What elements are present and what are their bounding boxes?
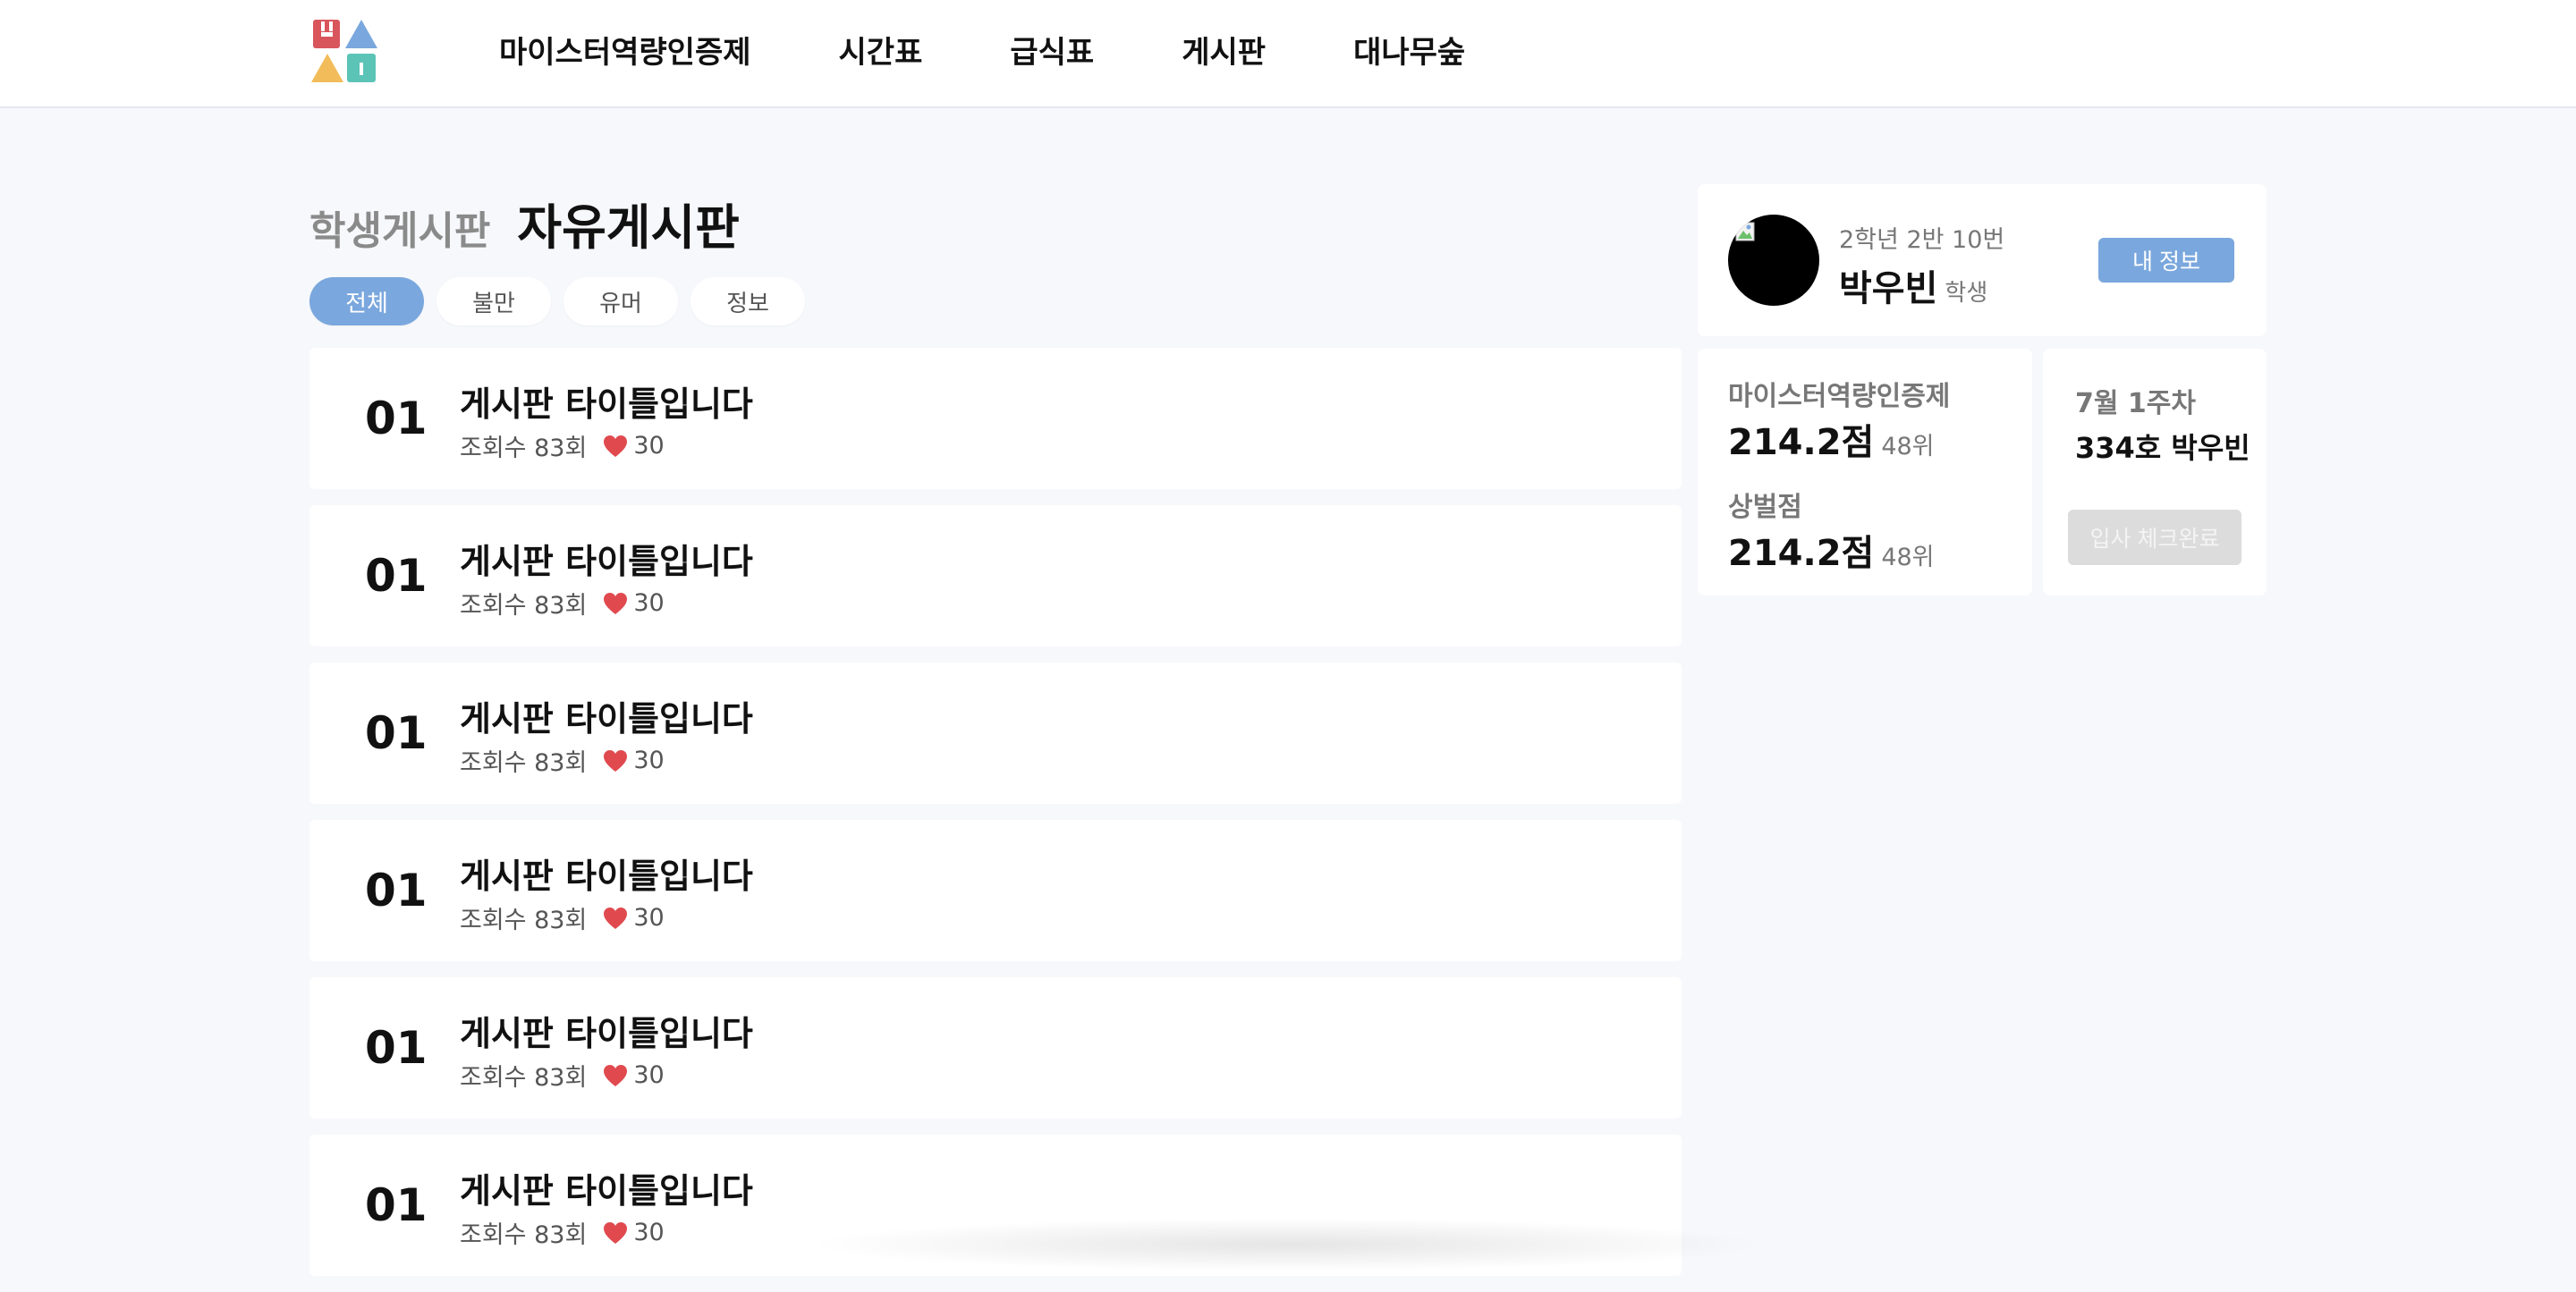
- profile-card: 2학년 2반 10번 박우빈 학생 내 정보: [1698, 184, 2267, 336]
- category-filters: 전체 불만 유머 정보: [309, 277, 818, 325]
- profile-role: 학생: [1945, 280, 1988, 307]
- post-meta: 조회수 83회 30: [460, 743, 665, 778]
- post-title[interactable]: 게시판 타이틀입니다: [460, 534, 753, 583]
- heart-icon: [604, 592, 628, 614]
- post-number: 01: [365, 550, 428, 602]
- meister-rank: 48위: [1881, 433, 1935, 460]
- post-likes: 30: [603, 1061, 665, 1089]
- post-number: 01: [365, 1022, 428, 1074]
- filter-info[interactable]: 정보: [691, 277, 805, 325]
- heart-icon: [604, 907, 628, 929]
- post-views: 조회수 83회: [460, 749, 588, 777]
- profile-name-text: 박우빈: [1839, 268, 1938, 309]
- dorm-card: 7월 1주차 334호 박우빈 입사 체크완료: [2043, 349, 2267, 595]
- post-title[interactable]: 게시판 타이틀입니다: [460, 691, 753, 740]
- heart-icon: [604, 435, 628, 457]
- avatar: [1728, 215, 1819, 306]
- filter-complaint[interactable]: 불만: [436, 277, 551, 325]
- broken-image-icon: [1735, 222, 1755, 241]
- post-list: 01 게시판 타이틀입니다 조회수 83회 30 01 게시판 타이틀입니다 조…: [309, 348, 1682, 1292]
- filter-all[interactable]: 전체: [309, 277, 424, 325]
- board-title: 학생게시판 자유게시판: [309, 188, 740, 258]
- post-title[interactable]: 게시판 타이틀입니다: [460, 376, 753, 426]
- post-views: 조회수 83회: [460, 1221, 588, 1249]
- post-title[interactable]: 게시판 타이틀입니다: [460, 849, 753, 898]
- nav-item-bamboo[interactable]: 대나무숲: [1353, 28, 1465, 72]
- page-title: 자유게시판: [517, 199, 740, 256]
- post-likes: 30: [603, 904, 665, 932]
- dorm-week: 7월 1주차: [2075, 388, 2196, 419]
- post-views: 조회수 83회: [460, 907, 588, 934]
- post-likes: 30: [603, 1219, 665, 1246]
- post-meta: 조회수 83회 30: [460, 1058, 665, 1093]
- post-number: 01: [365, 865, 428, 916]
- list-item[interactable]: 01 게시판 타이틀입니다 조회수 83회 30: [309, 348, 1682, 489]
- main-nav: 마이스터역량인증제 시간표 급식표 게시판 대나무숲: [499, 0, 1553, 98]
- nav-item-meister[interactable]: 마이스터역량인증제: [499, 28, 751, 72]
- post-likes: 30: [603, 747, 665, 774]
- heart-icon: [604, 749, 628, 772]
- board-parent-label: 학생게시판: [309, 208, 491, 254]
- list-item[interactable]: 01 게시판 타이틀입니다 조회수 83회 30: [309, 663, 1682, 804]
- post-title[interactable]: 게시판 타이틀입니다: [460, 1006, 753, 1055]
- post-views: 조회수 83회: [460, 435, 588, 462]
- post-likes: 30: [603, 589, 665, 617]
- likes-count: 30: [633, 589, 665, 617]
- likes-count: 30: [633, 1219, 665, 1246]
- nav-item-timetable[interactable]: 시간표: [839, 28, 923, 72]
- floating-shadow: [805, 1218, 1771, 1271]
- post-title[interactable]: 게시판 타이틀입니다: [460, 1163, 753, 1212]
- heart-icon: [604, 1221, 628, 1244]
- filter-humor[interactable]: 유머: [564, 277, 678, 325]
- post-number: 01: [365, 1179, 428, 1231]
- post-meta: 조회수 83회 30: [460, 900, 665, 935]
- nav-item-board[interactable]: 게시판: [1182, 28, 1266, 72]
- likes-count: 30: [633, 432, 665, 460]
- likes-count: 30: [633, 904, 665, 932]
- profile-class-info: 2학년 2반 10번: [1839, 226, 2005, 254]
- likes-count: 30: [633, 747, 665, 774]
- merit-label: 상벌점: [1728, 492, 1802, 523]
- score-card: 마이스터역량인증제 214.2점 48위 상벌점 214.2점 48위: [1698, 349, 2032, 595]
- post-likes: 30: [603, 432, 665, 460]
- post-number: 01: [365, 393, 428, 444]
- post-number: 01: [365, 707, 428, 759]
- house-blocks-icon[interactable]: [309, 18, 381, 84]
- nav-item-meal[interactable]: 급식표: [1010, 28, 1094, 72]
- meister-label: 마이스터역량인증제: [1728, 381, 1951, 412]
- meister-score: 214.2점 48위: [1728, 413, 1935, 465]
- post-meta: 조회수 83회 30: [460, 586, 665, 621]
- likes-count: 30: [633, 1061, 665, 1089]
- post-meta: 조회수 83회 30: [460, 428, 665, 463]
- list-item[interactable]: 01 게시판 타이틀입니다 조회수 83회 30: [309, 820, 1682, 961]
- merit-value: 214.2점: [1728, 533, 1875, 574]
- post-views: 조회수 83회: [460, 592, 588, 620]
- post-meta: 조회수 83회 30: [460, 1215, 665, 1250]
- list-item[interactable]: 01 게시판 타이틀입니다 조회수 83회 30: [309, 505, 1682, 646]
- heart-icon: [604, 1064, 628, 1086]
- post-views: 조회수 83회: [460, 1064, 588, 1092]
- dorm-room: 334호 박우빈: [2075, 431, 2250, 465]
- merit-rank: 48위: [1881, 544, 1935, 571]
- meister-value: 214.2점: [1728, 422, 1875, 463]
- my-info-button[interactable]: 내 정보: [2098, 238, 2234, 283]
- profile-name: 박우빈 학생: [1839, 259, 1987, 311]
- merit-score: 214.2점 48위: [1728, 524, 1935, 576]
- checkin-button[interactable]: 입사 체크완료: [2068, 510, 2241, 565]
- top-header: 마이스터역량인증제 시간표 급식표 게시판 대나무숲: [0, 0, 2576, 108]
- list-item[interactable]: 01 게시판 타이틀입니다 조회수 83회 30: [309, 977, 1682, 1119]
